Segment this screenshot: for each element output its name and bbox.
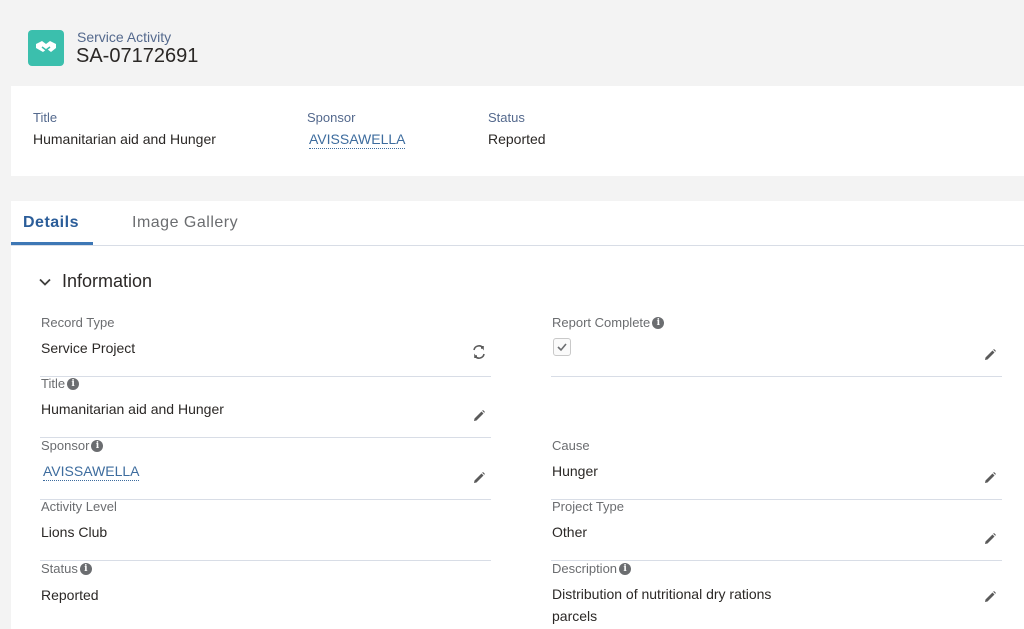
field-label: Report Complete i <box>552 315 665 330</box>
field-label: Cause <box>552 438 590 453</box>
info-icon[interactable]: i <box>91 439 104 452</box>
pencil-edit-icon[interactable] <box>982 347 998 363</box>
highlights-panel: Title Humanitarian aid and Hunger Sponso… <box>11 86 1024 176</box>
checkmark-icon <box>557 343 567 352</box>
highlight-title-label: Title <box>33 110 58 125</box>
field-label: Record Type <box>41 315 115 330</box>
active-tab-indicator <box>11 242 93 245</box>
field-label: Title i <box>41 376 80 391</box>
tab-image-gallery[interactable]: Image Gallery <box>132 214 238 232</box>
field-title: Title i Humanitarian aid and Hunger <box>40 376 491 438</box>
highlight-title-value: Humanitarian aid and Hunger <box>33 131 216 147</box>
highlight-status: Status Reported <box>488 110 546 147</box>
field-status: Status i Reported <box>40 561 491 623</box>
highlight-title: Title Humanitarian aid and Hunger <box>33 110 216 147</box>
highlight-status-label: Status <box>488 110 525 125</box>
change-record-type-icon[interactable] <box>471 344 487 360</box>
tab-details[interactable]: Details <box>23 214 79 232</box>
field-label: Sponsor i <box>41 438 104 453</box>
field-label: Project Type <box>552 499 625 514</box>
field-value: Other <box>552 524 588 540</box>
sponsor-link[interactable]: AVISSAWELLA <box>43 463 140 481</box>
section-title: Information <box>62 271 153 291</box>
pencil-edit-icon[interactable] <box>982 589 998 605</box>
pencil-edit-icon[interactable] <box>982 470 998 486</box>
field-value: Reported <box>41 587 99 603</box>
information-section-toggle[interactable]: Information <box>38 271 152 292</box>
highlight-status-value: Reported <box>488 131 546 147</box>
tab-bar: Details Image Gallery <box>11 201 1024 246</box>
pencil-edit-icon[interactable] <box>982 531 998 547</box>
field-value: Humanitarian aid and Hunger <box>41 401 224 417</box>
field-label: Status i <box>41 561 92 576</box>
field-project-type: Project Type Other <box>551 499 1002 561</box>
pencil-edit-icon[interactable] <box>471 408 487 424</box>
field-label: Activity Level <box>41 499 117 514</box>
field-description: Description i Distribution of nutritional… <box>551 561 1002 629</box>
info-icon[interactable]: i <box>79 562 92 575</box>
report-complete-checkbox <box>553 338 571 356</box>
record-header: Service Activity SA-07172691 <box>0 0 1024 86</box>
field-value: Lions Club <box>41 524 108 540</box>
info-icon[interactable]: i <box>652 316 665 329</box>
field-value: Hunger <box>552 463 598 479</box>
info-icon[interactable]: i <box>67 377 80 390</box>
field-value: Service Project <box>41 340 136 356</box>
record-name: SA-07172691 <box>76 45 199 67</box>
chevron-down-icon <box>39 278 51 286</box>
highlight-sponsor: Sponsor AVISSAWELLA <box>307 110 406 149</box>
object-type-label: Service Activity <box>77 29 172 45</box>
field-sponsor: Sponsor i AVISSAWELLA <box>40 438 491 500</box>
handshake-icon <box>28 30 64 66</box>
info-icon[interactable]: i <box>619 562 632 575</box>
field-activity-level: Activity Level Lions Club <box>40 499 491 561</box>
details-card: Details Image Gallery Information Record… <box>11 201 1024 629</box>
field-report-complete: Report Complete i <box>551 315 1002 377</box>
highlight-sponsor-link[interactable]: AVISSAWELLA <box>309 131 406 149</box>
field-value: Distribution of nutritional dry rations … <box>552 586 772 624</box>
field-record-type: Record Type Service Project <box>40 315 491 377</box>
highlight-sponsor-label: Sponsor <box>307 110 356 125</box>
pencil-edit-icon[interactable] <box>471 470 487 486</box>
field-cause: Cause Hunger <box>551 438 1002 500</box>
field-label: Description i <box>552 561 632 576</box>
